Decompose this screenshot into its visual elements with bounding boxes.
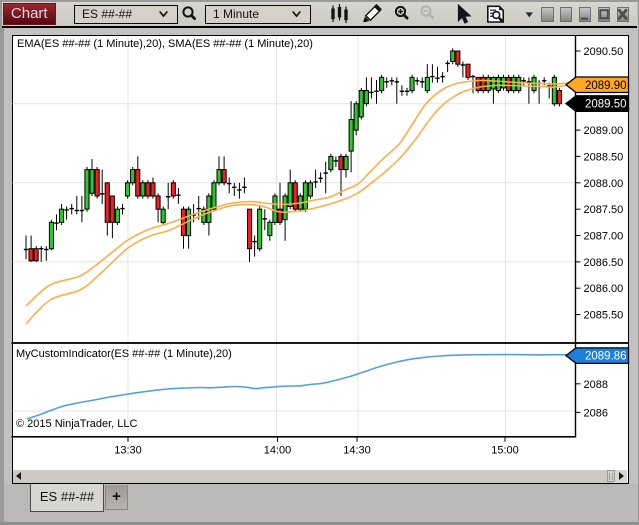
svg-text:2089.00: 2089.00 [584,125,624,137]
svg-text:MyCustomIndicator(ES ##-## (1: MyCustomIndicator(ES ##-## (1 Minute),20… [16,348,232,360]
svg-text:14:00: 14:00 [264,444,292,456]
svg-text:EMA(ES ##-## (1 Minute),20), S: EMA(ES ##-## (1 Minute),20), SMA(ES ##-#… [17,38,313,50]
svg-text:2089.50: 2089.50 [585,99,627,111]
svg-text:2087.50: 2087.50 [584,204,624,216]
svg-text:2086.00: 2086.00 [584,283,624,295]
svg-text:2089.90: 2089.90 [585,80,627,92]
svg-text:2088: 2088 [584,379,608,391]
svg-text:13:30: 13:30 [114,444,142,456]
svg-text:2088.00: 2088.00 [584,178,624,190]
svg-text:2085.50: 2085.50 [584,310,624,322]
svg-text:2086.50: 2086.50 [584,257,624,269]
svg-text:2090.50: 2090.50 [584,46,624,58]
svg-text:2088.50: 2088.50 [584,151,624,163]
svg-text:© 2015 NinjaTrader, LLC: © 2015 NinjaTrader, LLC [16,418,137,430]
svg-text:2089.86: 2089.86 [585,351,627,363]
svg-text:2086: 2086 [584,407,608,419]
svg-text:2087.00: 2087.00 [584,231,624,243]
svg-text:14:30: 14:30 [343,444,371,456]
svg-text:15:00: 15:00 [491,444,519,456]
